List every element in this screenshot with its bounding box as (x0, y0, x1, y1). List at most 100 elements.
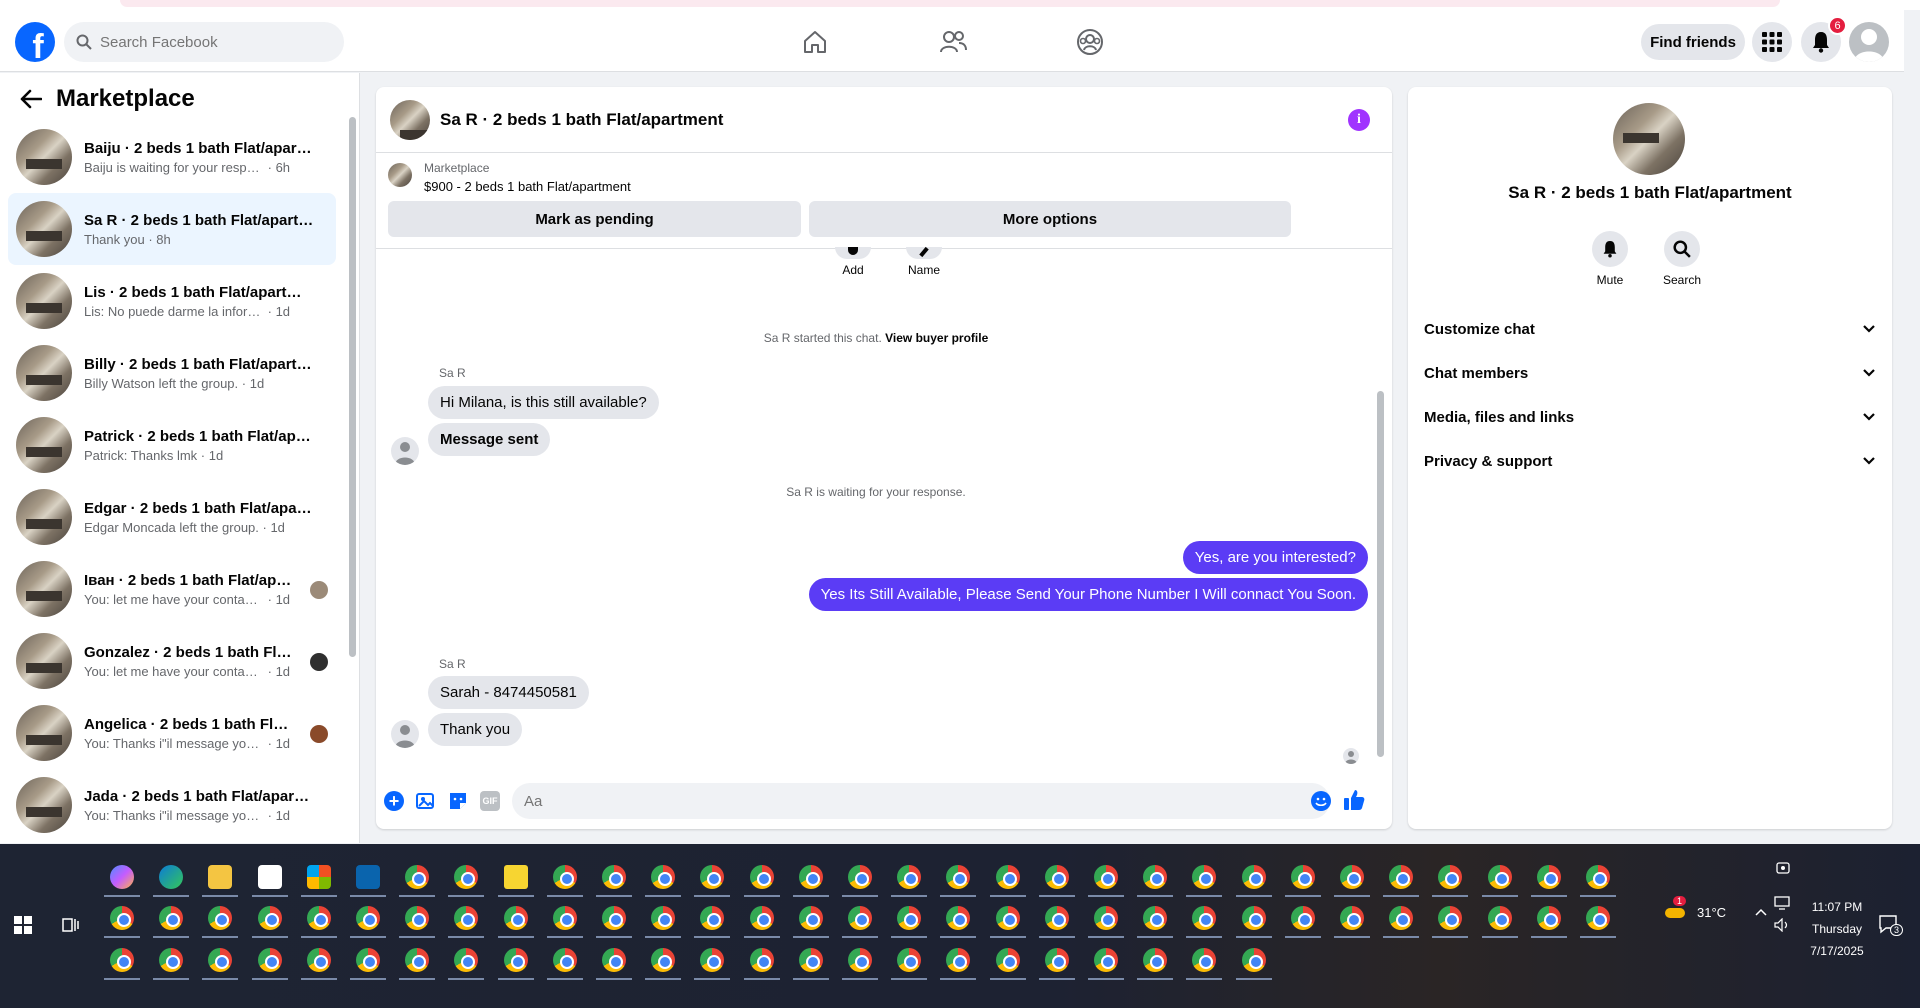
chrome-icon[interactable] (1340, 906, 1364, 930)
volume-icon[interactable] (1774, 917, 1790, 935)
thumbs-up-icon[interactable] (1343, 789, 1365, 816)
chrome-icon[interactable] (1487, 865, 1512, 889)
chrome-icon[interactable] (1143, 906, 1168, 930)
chrome-icon[interactable] (1241, 906, 1266, 930)
conversation-item-active[interactable]: Sa R · 2 beds 1 bath Flat/apartm... Than… (8, 193, 336, 265)
friends-icon[interactable] (939, 28, 967, 56)
chrome-icon[interactable] (1241, 948, 1266, 972)
chrome-icon[interactable] (848, 906, 872, 930)
chrome-icon[interactable] (848, 948, 872, 972)
chrome-icon[interactable] (798, 948, 823, 972)
edge-icon[interactable] (159, 865, 184, 889)
search-box[interactable] (64, 22, 344, 62)
chrome-icon[interactable] (454, 865, 479, 889)
chrome-icon[interactable] (454, 948, 479, 972)
task-view-icon[interactable] (62, 916, 80, 939)
conversation-item[interactable]: Jada · 2 beds 1 bath Flat/apartm... You:… (8, 769, 336, 841)
chrome-icon[interactable] (651, 948, 676, 972)
network-icon[interactable] (1774, 896, 1790, 913)
view-buyer-profile-link[interactable]: View buyer profile (885, 331, 988, 345)
chrome-icon[interactable] (749, 948, 774, 972)
chrome-icon[interactable] (208, 906, 233, 930)
plus-icon[interactable]: + (384, 791, 404, 811)
chrome-icon[interactable] (1094, 865, 1118, 889)
chrome-icon[interactable] (1438, 865, 1463, 889)
chrome-icon[interactable] (1536, 865, 1561, 889)
chrome-icon[interactable] (552, 865, 577, 889)
chrome-icon[interactable] (1044, 948, 1069, 972)
chrome-icon[interactable] (651, 865, 676, 889)
sticker-icon[interactable] (448, 791, 468, 816)
chrome-icon[interactable] (946, 948, 971, 972)
chrome-icon[interactable] (1094, 948, 1118, 972)
notification-center-icon[interactable]: 3 (1878, 914, 1904, 937)
chrome-icon[interactable] (602, 906, 626, 930)
mute-action[interactable]: Mute (1580, 231, 1640, 287)
sticky-notes-icon[interactable] (503, 865, 528, 889)
more-options-button[interactable]: More options (809, 201, 1291, 237)
chrome-icon[interactable] (306, 906, 331, 930)
chrome-icon[interactable] (848, 865, 872, 889)
chrome-icon[interactable] (1290, 865, 1315, 889)
incoming-message[interactable]: Thank you (428, 713, 523, 746)
chrome-icon[interactable] (1044, 906, 1069, 930)
chat-title[interactable]: Sa R · 2 beds 1 bath Flat/apartment (440, 110, 723, 130)
chrome-icon[interactable] (159, 948, 184, 972)
chrome-icon[interactable] (1340, 865, 1364, 889)
chrome-icon[interactable] (897, 948, 922, 972)
conversation-item[interactable]: Gonzalez · 2 beds 1 bath Flat/... You: l… (8, 625, 336, 697)
chrome-icon[interactable] (405, 865, 430, 889)
file-explorer-icon[interactable] (208, 865, 233, 889)
media-files-links-section[interactable]: Media, files and links (1424, 395, 1876, 439)
sender-avatar[interactable] (391, 720, 419, 748)
find-friends-button[interactable]: Find friends (1641, 24, 1745, 60)
incoming-message[interactable]: Message sent (428, 423, 551, 456)
chrome-icon[interactable] (1143, 948, 1168, 972)
listing-image[interactable] (1613, 103, 1685, 175)
back-arrow-icon[interactable] (20, 89, 42, 109)
page-scrollbar[interactable] (1904, 72, 1920, 842)
chrome-icon[interactable] (208, 948, 233, 972)
weather-widget[interactable]: 1 31°C (1663, 896, 1726, 922)
chrome-icon[interactable] (700, 865, 725, 889)
chat-scrollbar[interactable] (1376, 251, 1386, 761)
chrome-icon[interactable] (1586, 906, 1610, 930)
info-icon[interactable]: i (1348, 109, 1370, 131)
chrome-icon[interactable] (1143, 865, 1168, 889)
search-in-conversation-action[interactable]: Search (1652, 231, 1712, 287)
add-people-action[interactable]: Add (823, 247, 883, 277)
photo-icon[interactable] (416, 791, 436, 816)
chat-members-section[interactable]: Chat members (1424, 351, 1876, 395)
amazon-icon[interactable] (257, 865, 282, 889)
customize-chat-section[interactable]: Customize chat (1424, 307, 1876, 351)
chrome-icon[interactable] (1241, 865, 1266, 889)
chevron-up-icon[interactable] (1755, 904, 1767, 919)
chrome-icon[interactable] (356, 948, 380, 972)
chat-avatar[interactable] (390, 99, 430, 140)
chrome-icon[interactable] (995, 948, 1020, 972)
chrome-icon[interactable] (749, 906, 774, 930)
microsoft-store-icon[interactable] (306, 865, 331, 889)
chrome-icon[interactable] (257, 906, 282, 930)
gif-icon[interactable]: GIF (480, 791, 500, 811)
privacy-support-section[interactable]: Privacy & support (1424, 439, 1876, 483)
listing-title[interactable]: $900 - 2 beds 1 bath Flat/apartment (424, 179, 631, 194)
chrome-icon[interactable] (946, 865, 971, 889)
chrome-icon[interactable] (995, 865, 1020, 889)
menu-button[interactable] (1752, 22, 1792, 62)
chrome-icon[interactable] (602, 865, 626, 889)
profile-avatar[interactable] (1849, 22, 1889, 62)
search-input[interactable] (100, 33, 320, 51)
chrome-icon[interactable] (1094, 906, 1118, 930)
chrome-icon[interactable] (798, 906, 823, 930)
chrome-icon[interactable] (1487, 906, 1512, 930)
chrome-icon[interactable] (503, 906, 528, 930)
conversation-item[interactable]: Edgar · 2 beds 1 bath Flat/apart... Edga… (8, 481, 336, 553)
chrome-icon[interactable] (897, 865, 922, 889)
outlook-icon[interactable] (356, 865, 380, 889)
chrome-icon[interactable] (995, 906, 1020, 930)
chrome-icon[interactable] (1192, 948, 1217, 972)
chrome-icon[interactable] (798, 865, 823, 889)
incoming-message[interactable]: Hi Milana, is this still available? (428, 386, 659, 419)
chrome-icon[interactable] (651, 906, 676, 930)
